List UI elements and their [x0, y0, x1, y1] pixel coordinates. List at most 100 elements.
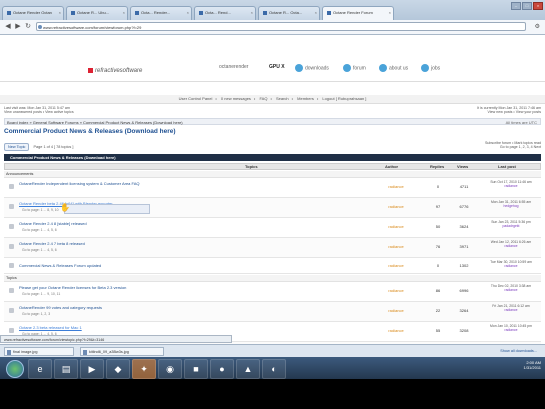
pagination[interactable]: Go to page 1, 2, 3, 4 Next — [485, 145, 541, 149]
last-post-author[interactable]: radiance — [504, 244, 517, 248]
browser-tab[interactable]: Octane R... Ubu... × — [66, 6, 128, 20]
topic-replies: 55 — [435, 328, 441, 333]
app-icon[interactable]: ◐ — [262, 359, 286, 379]
forum-link[interactable]: FAQ — [259, 96, 267, 101]
forum-link[interactable]: User Control Panel — [179, 96, 213, 101]
system-tray[interactable]: 2:00 AM 1/31/2011 — [524, 360, 542, 370]
close-icon[interactable]: × — [187, 7, 189, 19]
start-button[interactable] — [6, 360, 24, 378]
chrome-icon[interactable]: ◉ — [158, 359, 182, 379]
close-icon[interactable]: × — [315, 7, 317, 19]
table-row: Octane Render beta 2.46 [x64] with Blend… — [4, 198, 541, 218]
topic-pages[interactable]: Go to page: 1 ... 8, 9, 10 — [22, 208, 59, 212]
topic-last-post: Tue Mar 30, 2010 10:59 am radiance — [482, 260, 540, 269]
close-icon[interactable]: × — [251, 7, 253, 19]
last-post-author[interactable]: padadrgekt — [503, 224, 520, 228]
site-logo[interactable]: refractivesoftware — [88, 68, 142, 74]
last-post-author[interactable]: radiance — [504, 264, 517, 268]
favicon-icon — [135, 10, 139, 15]
new-posts-link[interactable]: View new posts • View your posts — [477, 110, 541, 114]
minimize-icon[interactable]: – — [511, 2, 521, 10]
forum-icon — [343, 64, 351, 72]
logo-icon — [88, 68, 93, 73]
ie-icon[interactable]: e — [28, 359, 52, 379]
nav-downloads[interactable]: downloads — [295, 64, 329, 72]
topic-pages[interactable]: Go to page: 1 ... 9, 10, 11 — [22, 292, 60, 296]
app-icon[interactable]: ■ — [184, 359, 208, 379]
user-info: Last visit was: Mon Jan 31, 2011 5:47 am… — [4, 106, 74, 114]
topic-pages[interactable]: Go to page: 1 ... 4, 5, 6 — [22, 248, 57, 252]
download-item[interactable]: kitlind6_09_a3Bw3s.jpg — [80, 347, 164, 356]
browser-tab[interactable]: Octa... Rend... × — [194, 6, 256, 20]
site-header: refractivesoftware octanerender GPU X do… — [0, 35, 545, 82]
app-icon[interactable]: ◆ — [106, 359, 130, 379]
nav-gpu[interactable]: GPU X — [269, 64, 285, 70]
app-icon[interactable]: ● — [210, 359, 234, 379]
forum-link[interactable]: Members — [297, 96, 314, 101]
browser-window: Octane Render Octan × Octane R... Ubu... ×… — [0, 0, 545, 409]
topic-author[interactable]: radiance — [371, 244, 421, 249]
topic-pages[interactable]: Go to page: 1, 2, 3 — [22, 312, 50, 316]
close-icon[interactable]: × — [59, 7, 61, 19]
last-post-author[interactable]: radiance — [504, 328, 517, 332]
last-post-author[interactable]: hedgehog — [503, 204, 518, 208]
address-bar[interactable]: www.refractivesoftware.com/forum/viewfor… — [36, 22, 526, 31]
download-item[interactable]: final image.jpg — [4, 347, 74, 356]
media-icon[interactable]: ▶ — [80, 359, 104, 379]
topic-author[interactable]: radiance — [371, 204, 421, 209]
back-icon[interactable]: ◀ — [3, 22, 13, 32]
nav-about[interactable]: about us — [379, 64, 408, 72]
breadcrumb-links[interactable]: Board index » General Software Forums » … — [7, 120, 183, 125]
new-topic-button[interactable]: New Topic — [4, 143, 30, 151]
forum-title[interactable]: Commercial Product News & Releases (Down… — [4, 128, 176, 135]
app-icon[interactable]: ✦ — [132, 359, 156, 379]
tab-label: Octa... Render... — [141, 10, 171, 15]
topic-author[interactable]: radiance — [371, 308, 421, 313]
show-all-downloads-link[interactable]: Show all downloads... — [500, 349, 537, 353]
reload-icon[interactable]: ↻ — [23, 22, 33, 32]
topic-author[interactable]: radiance — [371, 184, 421, 189]
app-icon[interactable]: ▲ — [236, 359, 260, 379]
forum-link[interactable]: Logout [ Rubuprahsaan ] — [322, 96, 366, 101]
topic-title[interactable]: Octane Render 2.4 8 [stable] released — [19, 221, 87, 226]
nav-octanerender[interactable]: octanerender — [219, 64, 248, 70]
topic-title[interactable]: Octane Render 2.4 7 beta 8 released — [19, 241, 85, 246]
forward-icon[interactable]: ▶ — [13, 22, 23, 32]
topic-views: 3971 — [459, 244, 469, 249]
topic-title[interactable]: Commercial News & Releases Forum updated — [19, 263, 101, 268]
table-row: OctaneRender Independent licensing syste… — [4, 178, 541, 198]
forum-link[interactable]: 0 new messages — [221, 96, 251, 101]
browser-tab-active[interactable]: Octane Render Forum × — [322, 6, 394, 20]
browser-tab[interactable]: Octane R... Octa... × — [258, 6, 320, 20]
topic-author[interactable]: radiance — [371, 288, 421, 293]
last-post-date: Mon Jan 10, 2011 10:45 pm — [490, 324, 532, 328]
unanswered-posts-link[interactable]: View unanswered posts • View active topi… — [4, 110, 74, 114]
wrench-icon[interactable]: ⚙ — [535, 23, 540, 30]
close-icon[interactable]: × — [123, 7, 125, 19]
table-row: Octane Render 2.4 8 [stable] released Go… — [4, 218, 541, 238]
close-window-icon[interactable]: × — [533, 2, 543, 10]
folder-icon[interactable]: ▤ — [54, 359, 78, 379]
topic-author[interactable]: radiance — [371, 224, 421, 229]
close-icon[interactable]: × — [389, 7, 391, 19]
column-replies: Replies — [430, 164, 445, 169]
topic-title[interactable]: Please get your Octane Render licenses f… — [19, 285, 126, 290]
file-icon — [7, 350, 11, 355]
maximize-icon[interactable]: □ — [522, 2, 532, 10]
topic-author[interactable]: radiance — [371, 328, 421, 333]
topic-title[interactable]: OctaneRender 99 votes and category reque… — [19, 305, 102, 310]
topic-title[interactable]: OctaneRender Independent licensing syste… — [19, 181, 140, 186]
last-post-author[interactable]: radiance — [504, 184, 517, 188]
browser-tab[interactable]: Octane Render Octan × — [2, 6, 64, 20]
breadcrumb: Board index » General Software Forums » … — [4, 118, 541, 125]
nav-forum[interactable]: forum — [343, 64, 366, 72]
last-post-author[interactable]: radiance — [504, 308, 517, 312]
forum-link[interactable]: Search — [276, 96, 289, 101]
topic-author[interactable]: radiance — [371, 263, 421, 268]
nav-jobs[interactable]: jobs — [421, 64, 440, 72]
topic-pages[interactable]: Go to page: 1 ... 4, 5, 6 — [22, 228, 57, 232]
topic-title[interactable]: Octane 2.3 beta released for Mac 1 — [19, 325, 82, 330]
last-post-author[interactable]: radiance — [504, 288, 517, 292]
column-author: Author — [385, 164, 399, 169]
browser-tab[interactable]: Octa... Render... × — [130, 6, 192, 20]
